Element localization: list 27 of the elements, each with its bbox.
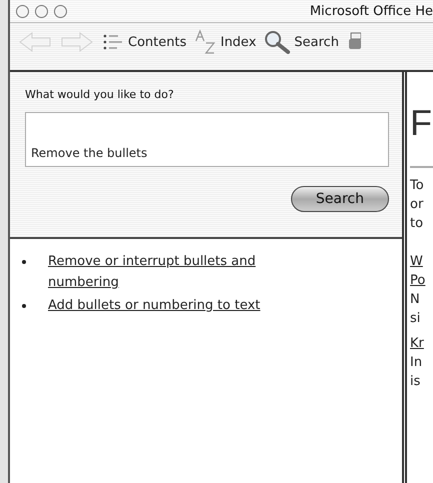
minimize-button[interactable]	[35, 4, 48, 18]
article-text: In	[410, 354, 422, 372]
article-text: or	[410, 196, 424, 214]
article-link[interactable]: W	[410, 252, 423, 271]
question-field[interactable]: Remove the bullets	[25, 112, 389, 167]
search-tool[interactable]: Search	[264, 29, 339, 55]
close-button[interactable]	[16, 4, 29, 18]
bullet-icon	[22, 260, 26, 264]
bullet-icon	[22, 304, 26, 308]
article-text: To	[410, 177, 424, 195]
article-link[interactable]: Po	[410, 271, 426, 290]
article-text: si	[410, 310, 420, 328]
zoom-button[interactable]	[54, 4, 67, 18]
article-link[interactable]: Kr	[410, 334, 424, 353]
article-text: to	[410, 215, 424, 233]
letters-icon	[194, 29, 216, 55]
search-icon	[264, 30, 290, 54]
question-label: What would you like to do?	[25, 88, 175, 101]
search-button[interactable]: Search	[290, 186, 389, 212]
contents-tool[interactable]: Contents	[102, 29, 186, 55]
article-text: is	[410, 373, 420, 391]
window-title: Microsoft Office He	[310, 4, 433, 18]
article-text: N	[410, 291, 420, 309]
article-heading: F	[410, 101, 432, 145]
index-tool[interactable]: Index	[194, 29, 256, 55]
result-link[interactable]: Remove or interrupt bullets and numbering	[48, 251, 298, 293]
result-link[interactable]: Add bullets or numbering to text	[48, 295, 298, 316]
